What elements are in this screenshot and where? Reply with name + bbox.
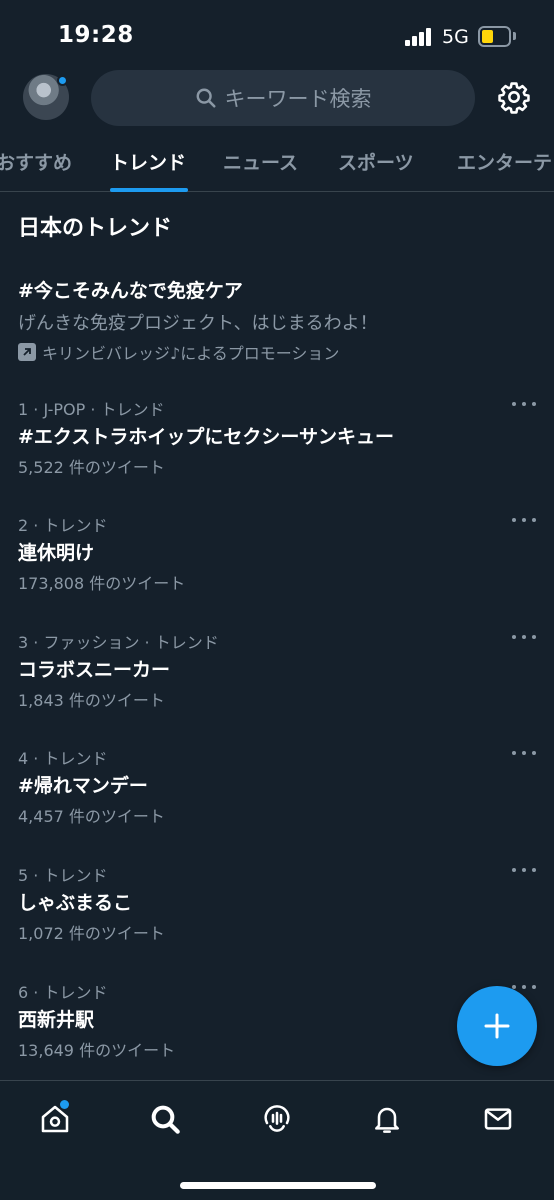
explore-screen: 19:28 5G キーワード検索 おすすめ トレンド ニュース スポーツ エンタ… [0,0,554,1200]
trend-count: 1,072 件のツイート [18,924,165,943]
trend-name: 西新井駅 [18,1009,95,1031]
settings-button[interactable] [497,80,531,114]
spaces-icon [264,1105,290,1132]
trend-item[interactable]: 4 · トレンド #帰れマンデー 4,457 件のツイート [0,745,554,855]
promoted-trend-title[interactable]: #今こそみんなで免疫ケア [18,276,243,303]
more-icon[interactable] [512,512,536,528]
more-icon[interactable] [512,862,536,878]
more-icon[interactable] [512,396,536,412]
compose-tweet-button[interactable] [457,986,537,1066]
search-placeholder: キーワード検索 [224,87,372,111]
tab-sports[interactable]: スポーツ [338,148,414,175]
status-time: 19:28 [58,22,134,48]
trend-item[interactable]: 1 · J-POP · トレンド #エクストラホイップにセクシーサンキュー 5,… [0,396,554,506]
trend-item[interactable]: 2 · トレンド 連休明け 173,808 件のツイート [0,512,554,622]
trend-name: #帰れマンデー [18,775,148,797]
nav-spaces[interactable] [259,1101,295,1137]
trend-count: 5,522 件のツイート [18,458,165,477]
trend-name: コラボスニーカー [18,659,171,681]
trend-meta: 4 · トレンド [18,749,108,768]
search-icon [196,88,216,108]
trend-meta: 1 · J-POP · トレンド [18,400,165,419]
promoted-trend-description: げんきな免疫プロジェクト、はじまるわよ！ [18,313,378,334]
signal-icon [405,28,435,46]
battery-icon [478,26,511,47]
network-label: 5G [442,26,469,48]
active-tab-indicator [110,188,188,192]
search-icon [151,1105,180,1134]
trend-count: 1,843 件のツイート [18,691,165,710]
section-title: 日本のトレンド [18,216,173,241]
home-indicator [180,1182,376,1189]
trend-name: 連休明け [18,542,95,564]
trend-count: 173,808 件のツイート [18,574,186,593]
trend-meta: 6 · トレンド [18,983,108,1002]
nav-notifications[interactable] [369,1101,405,1137]
trend-meta: 3 · ファッション · トレンド [18,633,219,652]
gear-icon [498,82,530,114]
nav-messages[interactable] [480,1101,516,1137]
more-icon[interactable] [512,745,536,761]
promoted-by-label: キリンビバレッジ♪によるプロモーション [42,344,340,363]
more-icon[interactable] [512,629,536,645]
search-input[interactable]: キーワード検索 [91,70,475,126]
explore-tabs: おすすめ トレンド ニュース スポーツ エンターテ [0,130,554,192]
tab-entertainment[interactable]: エンターテ [457,148,552,175]
tab-trends[interactable]: トレンド [110,148,186,175]
home-notification-dot [60,1100,69,1109]
trend-name: #エクストラホイップにセクシーサンキュー [18,426,394,448]
bell-icon [375,1107,399,1133]
tab-news[interactable]: ニュース [223,148,298,175]
trend-item[interactable]: 5 · トレンド しゃぶまるこ 1,072 件のツイート [0,862,554,972]
plus-icon [484,1013,510,1039]
avatar-notification-dot [57,75,68,86]
tab-recommended[interactable]: おすすめ [0,148,72,175]
promoted-icon [18,343,36,361]
mail-icon [484,1108,512,1130]
trend-item[interactable]: 3 · ファッション · トレンド コラボスニーカー 1,843 件のツイート [0,629,554,739]
nav-explore[interactable] [147,1101,183,1137]
trend-count: 13,649 件のツイート [18,1041,176,1060]
battery-tip [513,32,516,40]
trend-meta: 5 · トレンド [18,866,108,885]
trend-count: 4,457 件のツイート [18,807,165,826]
trend-name: しゃぶまるこ [18,892,133,914]
trend-meta: 2 · トレンド [18,516,108,535]
promoted-by: キリンビバレッジ♪によるプロモーション [18,340,339,364]
status-bar: 19:28 5G [0,0,554,62]
